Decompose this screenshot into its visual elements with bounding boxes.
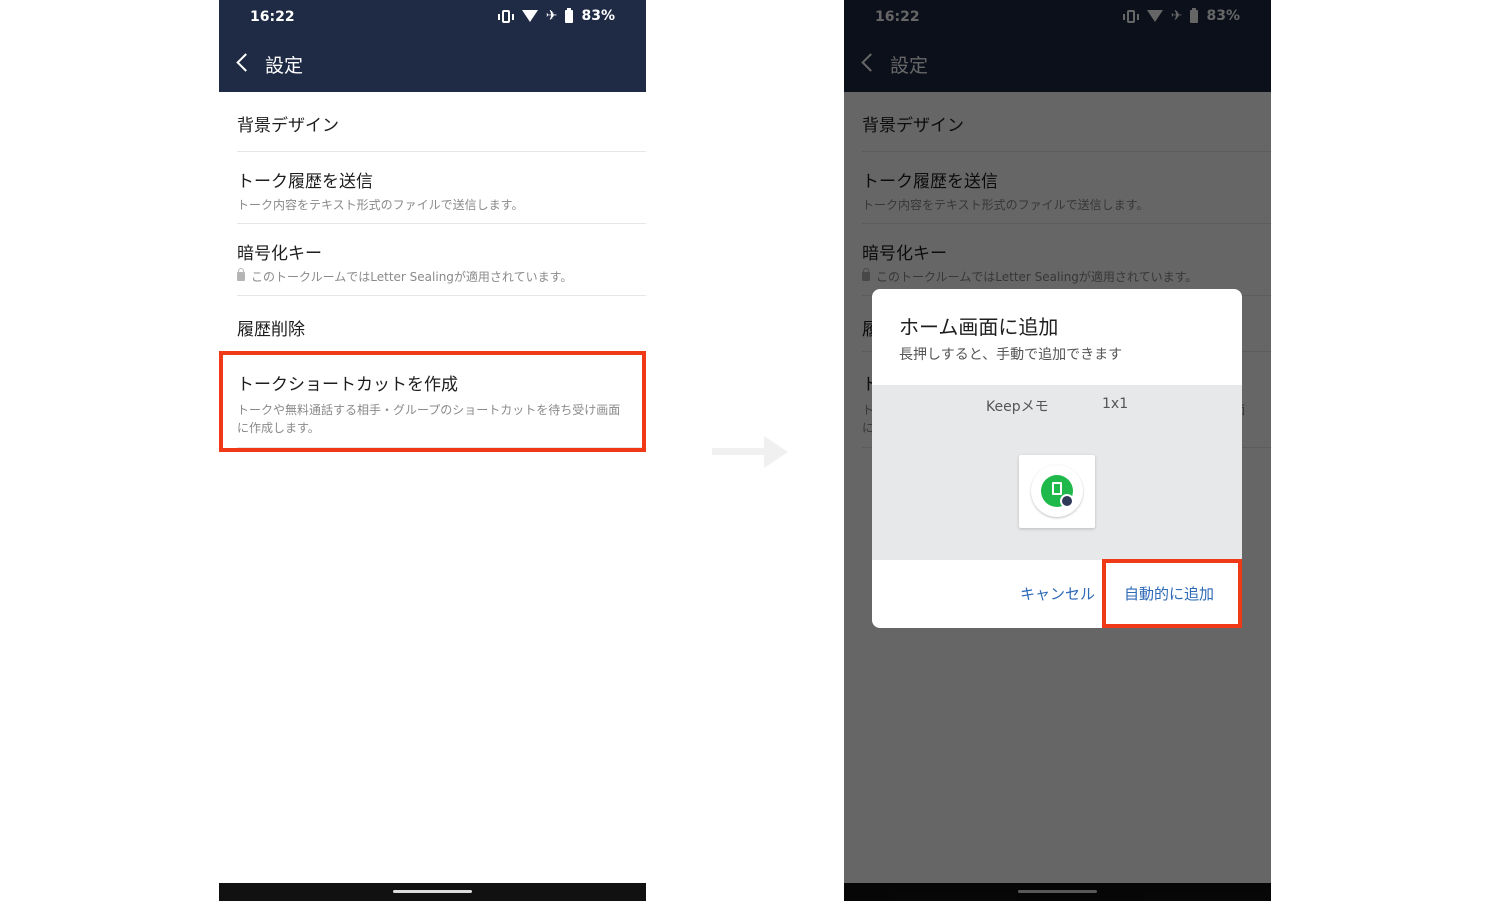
line-chat-badge-icon [1060,494,1074,508]
settings-item-label: 履歴削除 [237,320,305,340]
app-bar: 設定 [219,34,646,92]
widget-tile[interactable] [1019,455,1095,528]
phone-screen-settings: 16:22 ✈ 83% 設定 背景デザイン トーク履歴を送信 トーク内容をテキス… [219,0,646,901]
arrow-head [764,436,788,468]
settings-item-description: トーク内容をテキスト形式のファイルで送信します。 [237,198,524,212]
arrow-shaft [712,448,768,455]
navigation-bar [219,883,646,901]
widget-size: 1x1 [1102,396,1129,412]
widget-name: Keepメモ [986,399,1049,415]
airplane-icon: ✈ [545,8,558,24]
home-gesture-handle[interactable] [393,890,472,893]
back-icon[interactable] [235,52,249,74]
phone-screen-add-to-home: 16:22 ✈ 83% 設定 背景デザイン トーク履歴を送信 トーク内容をテキス… [844,0,1271,901]
dialog-title: ホーム画面に追加 [899,315,1059,339]
settings-item-label: 背景デザイン [237,116,339,136]
status-time: 16:22 [250,9,295,25]
settings-item-export-history[interactable]: トーク履歴を送信 トーク内容をテキスト形式のファイルで送信します。 [237,152,646,224]
lock-icon [237,268,245,281]
settings-item-create-shortcut[interactable]: トークショートカットを作成 トークや無料通話する相手・グループのショートカットを… [237,352,646,448]
status-icons: ✈ 83% [497,7,615,24]
battery-percent: 83% [581,8,615,24]
battery-icon [565,7,574,23]
settings-item-description: このトークルームではLetter Sealingが適用されています。 [251,270,573,284]
settings-item-description-row: このトークルームではLetter Sealingが適用されています。 [237,268,634,286]
settings-item-encryption-key[interactable]: 暗号化キー このトークルームではLetter Sealingが適用されています。 [237,224,646,296]
cancel-button[interactable]: キャンセル [1020,583,1095,604]
wifi-icon [521,10,538,22]
settings-item-background[interactable]: 背景デザイン [237,92,646,152]
page-title: 設定 [265,55,304,77]
settings-item-label: トークショートカットを作成 [237,375,458,395]
add-automatically-button[interactable]: 自動的に追加 [1124,583,1214,604]
dialog-subtitle: 長押しすると、手動で追加できます [899,347,1123,363]
status-bar: 16:22 ✈ 83% [219,0,646,34]
add-to-home-dialog: ホーム画面に追加 長押しすると、手動で追加できます Keepメモ 1x1 キャン… [872,289,1242,628]
arrow-right-icon [712,436,788,468]
settings-item-label: 暗号化キー [237,244,322,264]
vibrate-icon [497,9,514,23]
keep-memo-icon [1031,465,1083,517]
widget-preview-area: Keepメモ 1x1 [872,385,1242,560]
settings-item-label: トーク履歴を送信 [237,172,373,192]
settings-list: 背景デザイン トーク履歴を送信 トーク内容をテキスト形式のファイルで送信します。… [219,92,646,448]
settings-item-clear-history[interactable]: 履歴削除 [237,296,646,352]
settings-item-description: トークや無料通話する相手・グループのショートカットを待ち受け画面に作成します。 [237,403,621,435]
